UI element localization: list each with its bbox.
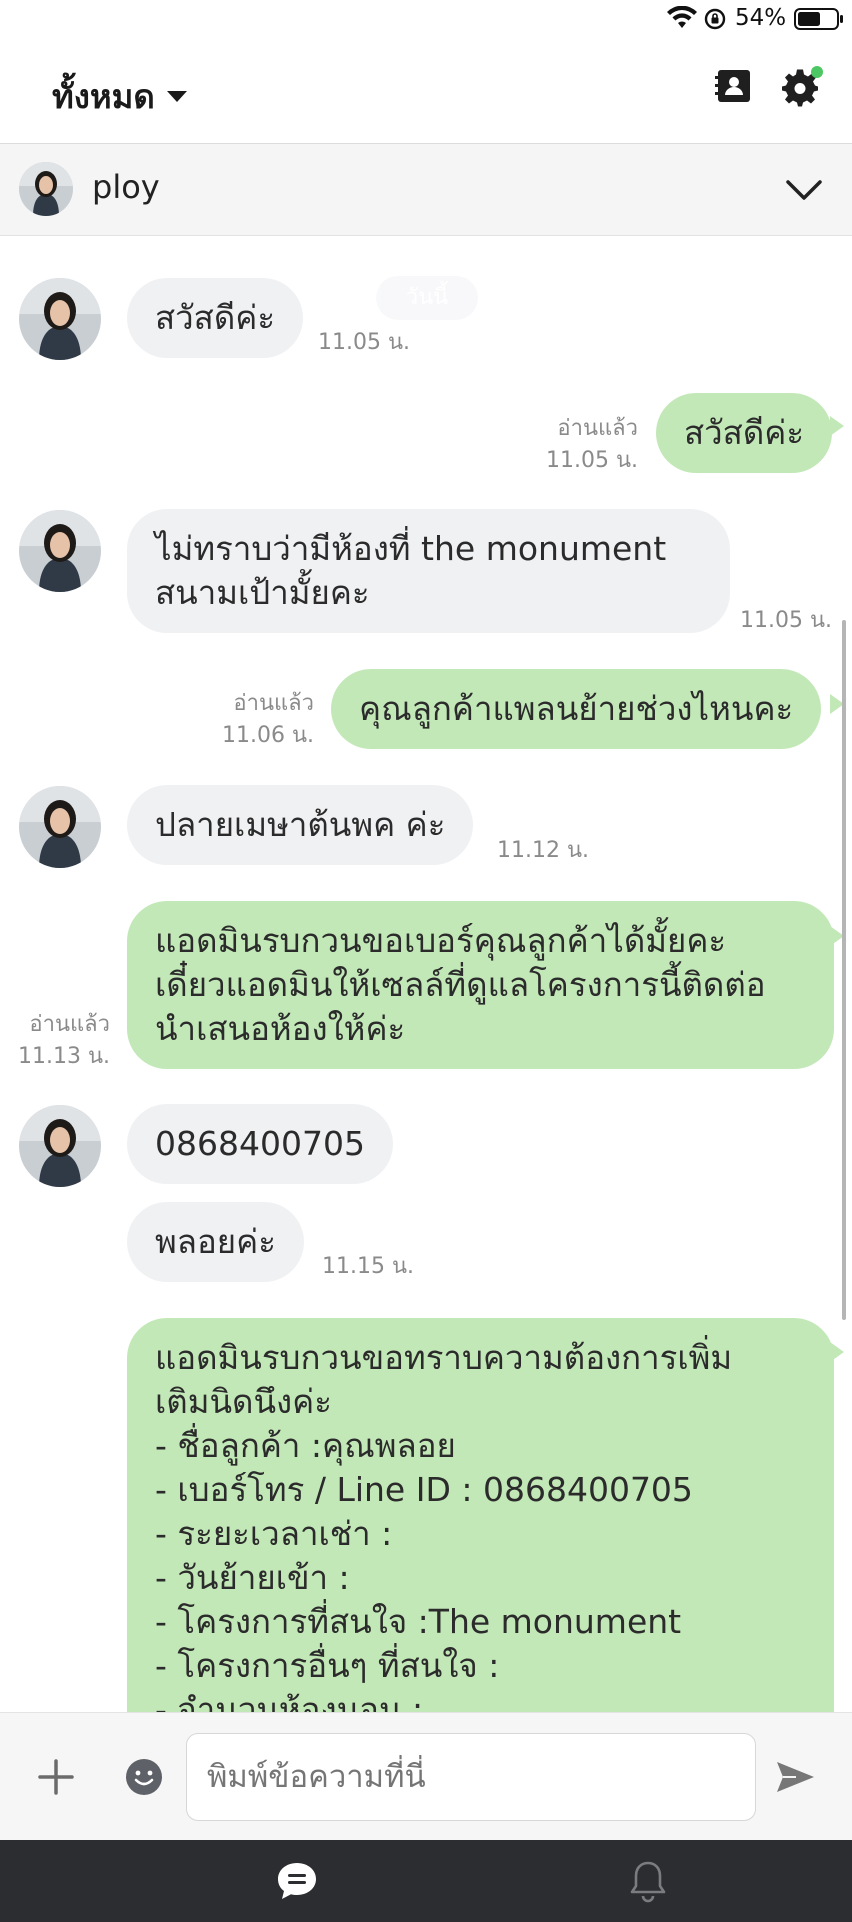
chevron-down-icon[interactable] <box>784 170 824 210</box>
scrollbar[interactable] <box>842 620 846 1320</box>
message-read-status: อ่านแล้ว <box>557 416 638 441</box>
rotation-lock-icon <box>704 8 726 30</box>
wifi-icon <box>667 6 697 28</box>
filter-label: ทั้งหมด <box>52 77 155 116</box>
message-bubble-incoming[interactable]: 0868400705 <box>127 1104 393 1184</box>
message-list[interactable]: วันนี้ สวัสดีค่ะ 11.05 น. อ่านแล้ว 11.05… <box>0 236 852 1712</box>
contacts-icon[interactable] <box>714 67 752 105</box>
message-bubble-incoming[interactable]: ปลายเมษาต้นพค ค่ะ <box>127 785 474 865</box>
message-bubble-outgoing[interactable]: คุณลูกค้าแพลนย้ายช่วงไหนคะ <box>331 669 822 749</box>
avatar[interactable] <box>19 162 73 216</box>
message-time: 11.05 น. <box>318 330 411 355</box>
avatar[interactable] <box>19 786 101 868</box>
caret-down-icon <box>166 91 187 102</box>
message-time: 11.13 น. <box>17 1044 110 1069</box>
message-input[interactable] <box>186 1733 756 1821</box>
message-read-status: อ่านแล้ว <box>233 691 314 716</box>
message-bubble-incoming[interactable]: พลอยค่ะ <box>127 1202 304 1282</box>
filter-dropdown[interactable]: ทั้งหมด <box>52 70 187 123</box>
message-time: 11.15 น. <box>322 1254 415 1279</box>
top-header: ทั้งหมด <box>0 40 852 144</box>
avatar[interactable] <box>19 510 101 592</box>
chat-tab-icon[interactable] <box>276 1860 318 1902</box>
send-icon[interactable] <box>774 1757 816 1797</box>
message-time: 11.05 น. <box>545 448 638 473</box>
contact-name: ploy <box>92 168 160 206</box>
emoji-icon[interactable] <box>124 1757 164 1797</box>
message-bubble-incoming[interactable]: สวัสดีค่ะ <box>127 278 304 358</box>
message-time: 11.06 น. <box>221 723 314 748</box>
message-time: 11.05 น. <box>740 608 833 633</box>
message-input-bar <box>0 1712 852 1840</box>
bell-icon[interactable] <box>628 1858 668 1904</box>
message-bubble-incoming[interactable]: ไม่ทราบว่ามีห้องที่ the monument สนามเป้… <box>127 509 730 633</box>
message-read-status: อ่านแล้ว <box>29 1012 110 1037</box>
bottom-tab-bar <box>0 1840 852 1922</box>
chat-header: ploy <box>0 144 852 236</box>
settings-badge <box>811 66 823 78</box>
status-bar: 54% <box>0 0 852 40</box>
message-bubble-outgoing[interactable]: สวัสดีค่ะ <box>656 393 833 473</box>
battery-percent: 54% <box>735 5 787 31</box>
message-bubble-outgoing[interactable]: แอดมินรบกวนขอเบอร์คุณลูกค้าได้มั้ยคะ เดี… <box>127 901 834 1069</box>
settings-icon[interactable] <box>780 65 824 109</box>
bubble-tail <box>830 416 844 436</box>
avatar[interactable] <box>19 1105 101 1187</box>
bubble-tail <box>830 1342 844 1362</box>
avatar[interactable] <box>19 278 101 360</box>
date-divider: วันนี้ <box>376 276 478 320</box>
battery-icon <box>794 8 843 30</box>
message-bubble-outgoing[interactable]: แอดมินรบกวนขอทราบความต้องการเพิ่ม เติมนิ… <box>127 1318 834 1712</box>
message-time: 11.12 น. <box>497 838 590 863</box>
plus-icon[interactable] <box>36 1757 76 1797</box>
